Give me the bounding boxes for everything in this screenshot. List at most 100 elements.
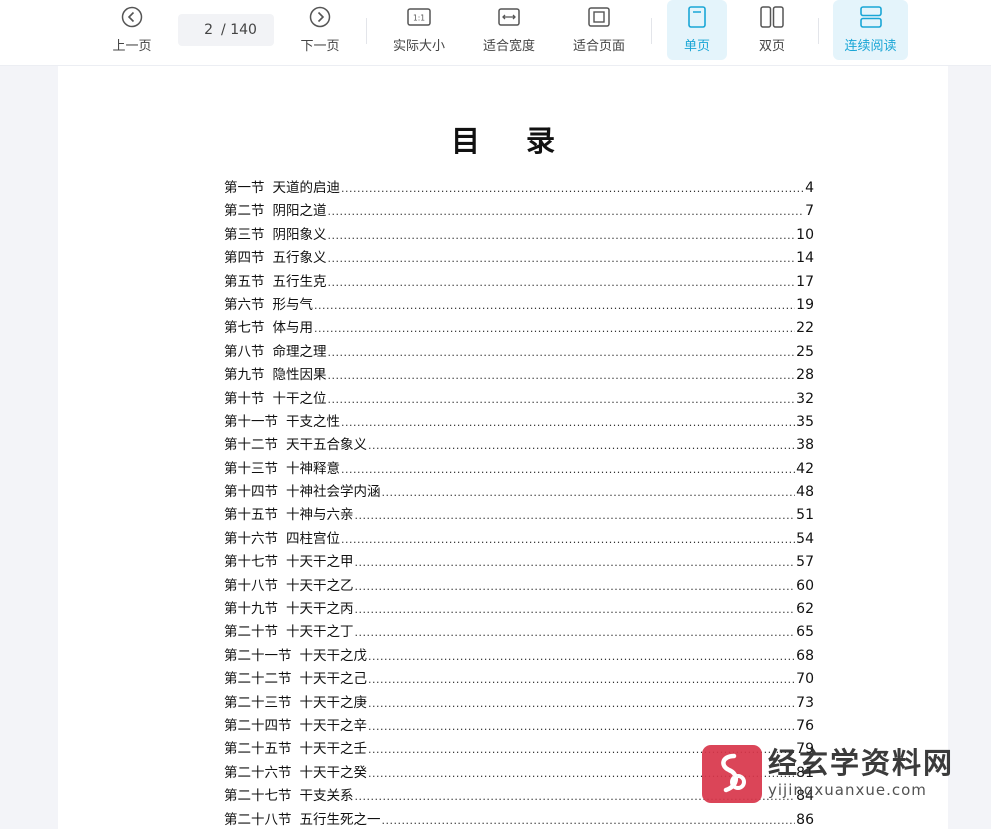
toc-item[interactable]: 第十二节 天干五合象义..............................… <box>224 433 814 456</box>
toc-page-number: 17 <box>796 273 814 290</box>
toc-section-number: 第九节 <box>224 367 265 384</box>
next-page-button[interactable]: 下一页 <box>288 0 352 60</box>
toc-item[interactable]: 第九节 隐性因果.................................… <box>224 363 814 386</box>
toc-item[interactable]: 第一节 天道的启迪................................… <box>224 176 814 199</box>
toc-item[interactable]: 第十八节 十天干之乙...............................… <box>224 574 814 597</box>
watermark-text: 经玄学资料网 <box>768 746 955 780</box>
toc-page-number: 60 <box>796 577 814 594</box>
toc-dot-leader: ........................................… <box>354 626 796 640</box>
toc-item[interactable]: 第十五节 十神与六亲...............................… <box>224 503 814 526</box>
toc-section-title: 十天干之己 <box>299 671 368 688</box>
toc-page-number: 19 <box>796 296 814 313</box>
continuous-reading-button[interactable]: 连续阅读 <box>833 0 908 60</box>
toc-page-number: 57 <box>796 554 814 571</box>
chevron-right-circle-icon <box>309 6 331 28</box>
toc-dot-leader: ........................................… <box>368 719 795 733</box>
toc-item[interactable]: 第二十节 十天干之丁...............................… <box>224 620 814 643</box>
toc-dot-leader: ........................................… <box>327 345 796 359</box>
toc-page-number: 32 <box>796 390 814 407</box>
toc-dot-leader: ........................................… <box>381 486 796 500</box>
fit-page-button[interactable]: 适合页面 <box>564 0 634 60</box>
toc-item[interactable]: 第五节 五行生克.................................… <box>224 270 814 293</box>
toc-item[interactable]: 第十六节 四柱宫位................................… <box>224 527 814 550</box>
toc-section-number: 第四节 <box>224 250 265 267</box>
toc-item[interactable]: 第八节 命理之理.................................… <box>224 340 814 363</box>
toc-item[interactable]: 第四节 五行象义.................................… <box>224 246 814 269</box>
single-page-button[interactable]: 单页 <box>667 0 727 60</box>
toc-page-number: 73 <box>796 694 814 711</box>
toc-item[interactable]: 第十四节 十神社会学内涵.............................… <box>224 480 814 503</box>
fit-page-label: 适合页面 <box>572 39 625 54</box>
toc-section-number: 第一节 <box>224 180 265 196</box>
toc-page-number: 22 <box>796 320 814 337</box>
toc-page-number: 68 <box>796 647 814 664</box>
toc-page-number: 62 <box>796 601 814 618</box>
toc-item[interactable]: 第十一节 干支之性................................… <box>224 410 814 433</box>
toc-section-number: 第十七节 <box>224 554 278 571</box>
toc-dot-leader: ........................................… <box>368 439 795 453</box>
actual-size-button[interactable]: 1:1 实际大小 <box>384 0 454 60</box>
single-page-icon <box>688 6 706 28</box>
toc-section-number: 第十二节 <box>224 437 278 454</box>
toc-section-title: 十天干之甲 <box>286 554 354 571</box>
document-viewport[interactable]: 目 录 第一节 天道的启迪............................… <box>0 66 991 829</box>
toc-page-number: 25 <box>796 343 814 360</box>
toc-item[interactable]: 第十七节 十天干之甲...............................… <box>224 550 814 573</box>
toc-dot-leader: ........................................… <box>327 252 796 266</box>
toc-page-number: 42 <box>796 460 814 477</box>
toc-section-number: 第八节 <box>224 343 265 360</box>
toc-item[interactable]: 第三节 阴阳象义.................................… <box>224 223 814 246</box>
toc-section-title: 体与用 <box>272 320 314 337</box>
toc-section-number: 第十五节 <box>224 507 278 524</box>
toc-item[interactable]: 第二十四节 十天干之辛..............................… <box>224 714 814 737</box>
toc-item[interactable]: 第十三节 十神释意................................… <box>224 457 814 480</box>
toc-section-title: 十神与六亲 <box>286 507 354 524</box>
toc-page-number: 54 <box>796 530 814 547</box>
toc-section-title: 十天干之庚 <box>299 694 368 711</box>
toc-section-title: 十天干之壬 <box>299 741 368 758</box>
fit-page-icon <box>588 6 610 28</box>
fit-width-label: 适合宽度 <box>482 39 535 54</box>
double-page-button[interactable]: 双页 <box>742 0 802 60</box>
toc-section-title: 十天干之辛 <box>299 717 368 734</box>
toc-dot-leader: ........................................… <box>354 556 796 570</box>
prev-page-button[interactable]: 上一页 <box>100 0 164 60</box>
toc-item[interactable]: 第二十一节 十天干之戊..............................… <box>224 644 814 667</box>
toc-item[interactable]: 第二十二节 十天干之己..............................… <box>224 667 814 690</box>
toc-section-number: 第二十八节 <box>224 811 292 828</box>
fit-width-button[interactable]: 适合宽度 <box>474 0 544 60</box>
toc-item[interactable]: 第二十八节 五行生死之一.............................… <box>224 808 814 829</box>
toc-section-title: 十神社会学内涵 <box>286 484 381 501</box>
toc-section-title: 十天干之丙 <box>286 601 354 618</box>
toc-page-number: 65 <box>796 624 814 641</box>
toc-item[interactable]: 第二节 阴阳之道.................................… <box>224 199 814 222</box>
toc-section-number: 第七节 <box>224 320 265 337</box>
toc-section-number: 第二十一节 <box>224 647 292 664</box>
toc-section-title: 四柱宫位 <box>286 530 340 547</box>
toc-dot-leader: ........................................… <box>368 649 795 663</box>
toc-section-title: 干支之性 <box>286 413 340 430</box>
toc-section-title: 十神释意 <box>286 460 340 477</box>
toc-item[interactable]: 第十九节 十天干之丙...............................… <box>224 597 814 620</box>
toc-page-number: 76 <box>796 717 814 734</box>
toc-page-number: 4 <box>805 180 814 196</box>
toc-item[interactable]: 第十节 十干之位.................................… <box>224 387 814 410</box>
toc-section-number: 第十一节 <box>224 413 278 430</box>
toc-dot-leader: ........................................… <box>354 509 796 523</box>
toc-dot-leader: ........................................… <box>381 813 796 827</box>
toc-item[interactable]: 第七节 体与用..................................… <box>224 316 814 339</box>
page-indicator: / 140 <box>178 14 274 46</box>
toc-item[interactable]: 第二十三节 十天干之庚..............................… <box>224 691 814 714</box>
toc-page-number: 35 <box>796 413 814 430</box>
toc-page-number: 86 <box>796 811 814 828</box>
page-number-input[interactable] <box>191 22 214 38</box>
toc-section-number: 第十九节 <box>224 601 278 618</box>
toc-section-number: 第十八节 <box>224 577 278 594</box>
toc-dot-leader: ........................................… <box>327 392 796 406</box>
toc-item[interactable]: 第六节 形与气..................................… <box>224 293 814 316</box>
chevron-left-circle-icon <box>121 6 143 28</box>
toc-section-title: 阴阳之道 <box>272 203 327 220</box>
toc-section-title: 隐性因果 <box>272 367 327 384</box>
continuous-reading-icon <box>859 6 882 28</box>
toc-section-title: 五行生克 <box>272 273 327 290</box>
